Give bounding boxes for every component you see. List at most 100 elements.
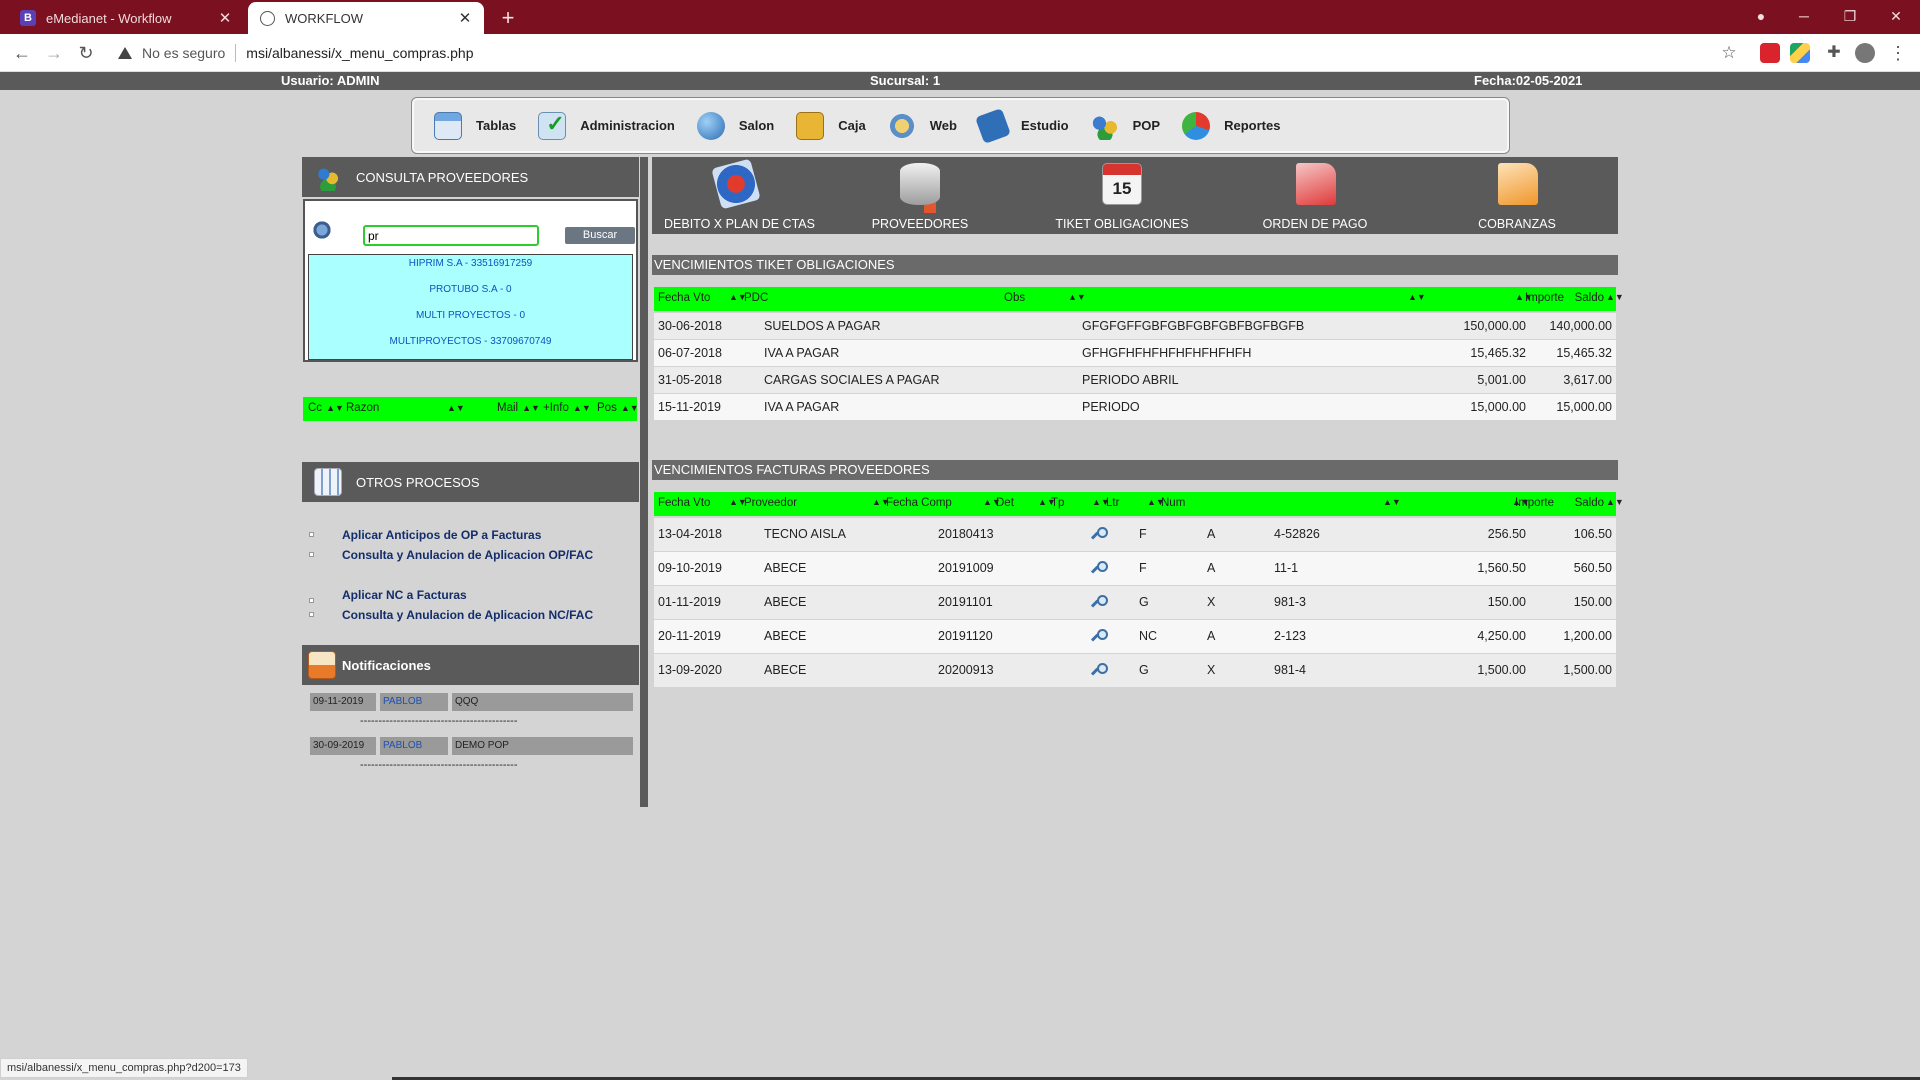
nav-caja[interactable]: Caja — [796, 111, 866, 140]
notification-row[interactable]: 30-09-2019 PABLOB DEMO POP — [310, 737, 633, 755]
sort-icon[interactable]: ▲▼ — [1512, 497, 1530, 507]
buscar-button[interactable]: Buscar — [565, 227, 635, 244]
close-icon[interactable]: ✕ — [454, 9, 476, 27]
bullet-icon — [309, 598, 314, 603]
col-header-fecha-vto[interactable]: Fecha Vto — [658, 497, 710, 509]
link-aplicar-anticipos[interactable]: Aplicar Anticipos de OP a Facturas — [342, 528, 541, 542]
col-header-importe[interactable]: Importe — [1454, 497, 1554, 509]
tiket-row[interactable]: 30-06-2018 SUELDOS A PAGAR GFGFGFFGBFGBFGB… — [654, 313, 1616, 339]
factura-row[interactable]: 20-11-2019 ABECE 20191120 NC A 2-123 4,250.00 1… — [654, 620, 1616, 653]
factura-row[interactable]: 01-11-2019 ABECE 20191101 G X 981-3 150.00 150.… — [654, 586, 1616, 619]
menu-cobranzas[interactable]: COBRANZAS — [1472, 157, 1562, 234]
sort-icon[interactable]: ▲▼ — [1147, 497, 1165, 507]
search-result-item[interactable]: PROTUBO S.A - 0 — [309, 281, 632, 307]
url-field[interactable]: No es seguro msi/albanessi/x_menu_compra… — [110, 38, 1750, 68]
magnifier-icon[interactable] — [1090, 560, 1109, 577]
pdf-extension-icon[interactable] — [1760, 43, 1780, 63]
notification-row[interactable]: 09-11-2019 PABLOB QQQ — [310, 693, 633, 711]
browser-tab-emedianet[interactable]: B eMedianet - Workflow ✕ — [8, 2, 244, 34]
col-header-fecha-comp[interactable]: Fecha Comp — [886, 497, 952, 509]
nav-reportes[interactable]: Reportes — [1182, 111, 1280, 140]
menu-debito-plan-ctas[interactable]: DEBITO X PLAN DE CTAS — [664, 157, 815, 234]
close-window-button[interactable]: ✕ — [1873, 0, 1919, 34]
forward-arrow-icon[interactable]: → — [40, 39, 68, 67]
nav-administracion[interactable]: ✓ Administracion — [538, 111, 675, 140]
sort-icon[interactable]: ▲▼ — [1068, 292, 1086, 302]
col-header-razon[interactable]: Razon — [346, 402, 379, 414]
sort-icon[interactable]: ▲▼ — [443, 402, 465, 414]
nav-web[interactable]: Web — [887, 111, 957, 140]
sort-icon[interactable]: ▲▼ — [1408, 292, 1426, 302]
menu-proveedores[interactable]: PROVEEDORES — [870, 157, 970, 234]
profile-avatar-icon[interactable] — [1855, 43, 1875, 63]
col-header-obs[interactable]: Obs — [1004, 292, 1025, 304]
sort-icon[interactable]: ▲▼ — [729, 497, 747, 507]
col-header-cc[interactable]: Cc ▲▼ — [308, 402, 344, 414]
menu-orden-de-pago[interactable]: ORDEN DE PAGO — [1260, 157, 1370, 234]
col-header-info[interactable]: +Info ▲▼ — [543, 402, 591, 414]
nav-label: Salon — [738, 118, 775, 133]
cell-fecha-vto: 09-10-2019 — [658, 561, 722, 575]
drive-extension-icon[interactable] — [1790, 43, 1810, 63]
new-tab-button[interactable]: + — [494, 4, 522, 32]
magnifier-icon[interactable] — [1090, 662, 1109, 679]
nav-tablas[interactable]: Tablas — [434, 111, 516, 140]
sort-icon[interactable]: ▲▼ — [983, 497, 1001, 507]
sort-icon[interactable]: ▲▼ — [1606, 497, 1624, 507]
magnifier-icon[interactable] — [1090, 526, 1109, 543]
nav-estudio[interactable]: Estudio — [974, 107, 1069, 144]
factura-row[interactable]: 09-10-2019 ABECE 20191009 F A 11-1 1,560.50 560… — [654, 552, 1616, 585]
sort-icon[interactable]: ▲▼ — [1038, 497, 1056, 507]
cell-fecha-comp: 20200913 — [938, 663, 994, 677]
bootstrap-favicon-icon: B — [20, 10, 36, 26]
sort-icon[interactable]: ▲▼ — [1383, 497, 1401, 507]
search-result-item[interactable]: MULTI PROYECTOS - 0 — [309, 307, 632, 333]
close-icon[interactable]: ✕ — [214, 9, 236, 27]
search-result-item[interactable]: MULTIPROYECTOS - 33709670749 — [309, 333, 632, 359]
sort-icon[interactable]: ▲▼ — [1515, 292, 1533, 302]
proveedor-search-input[interactable] — [363, 225, 539, 246]
tiket-row[interactable]: 06-07-2018 IVA A PAGAR GFHGFHFHFHFHFHFHFHF… — [654, 340, 1616, 366]
col-header-saldo[interactable]: Saldo — [1564, 292, 1604, 304]
kebab-menu-icon[interactable]: ⋮ — [1884, 39, 1912, 67]
sort-icon[interactable]: ▲▼ — [1092, 497, 1110, 507]
link-consulta-anulacion-nc[interactable]: Consulta y Anulacion de Aplicacion NC/FA… — [342, 608, 593, 622]
nav-salon[interactable]: Salon — [696, 111, 775, 140]
sort-icon[interactable]: ▲▼ — [872, 497, 890, 507]
minimize-button[interactable]: ─ — [1781, 0, 1827, 34]
menu-tiket-obligaciones[interactable]: 15 TIKET OBLIGACIONES — [1052, 157, 1192, 234]
factura-row[interactable]: 13-09-2020 ABECE 20200913 G X 981-4 1,500.00 1,… — [654, 654, 1616, 687]
tab-title: eMedianet - Workflow — [46, 10, 172, 26]
factura-row[interactable]: 13-04-2018 TECNO AISLA 20180413 F A 4-52826 25… — [654, 518, 1616, 551]
tiket-row[interactable]: 15-11-2019 IVA A PAGAR PERIODO 15,000.00 15,… — [654, 394, 1616, 420]
cell-importe: 150,000.00 — [1463, 319, 1526, 333]
magnifier-icon[interactable] — [1090, 594, 1109, 611]
nav-pop[interactable]: POP — [1090, 111, 1160, 140]
cell-saldo: 15,465.32 — [1556, 346, 1612, 360]
col-header-pos[interactable]: Pos ▲▼ — [597, 402, 639, 414]
sort-icon[interactable]: ▲▼ — [1606, 292, 1624, 302]
cell-obs: PERIODO ABRIL — [1082, 373, 1179, 387]
puzzle-extensions-icon[interactable]: ✚ — [1820, 39, 1848, 67]
col-header-fecha-vto[interactable]: Fecha Vto — [658, 292, 710, 304]
profile-menu-icon[interactable]: ● — [1738, 0, 1784, 34]
col-header-saldo[interactable]: Saldo — [1554, 497, 1604, 509]
restore-button[interactable]: ❐ — [1827, 0, 1873, 34]
magnifier-icon[interactable] — [1090, 628, 1109, 645]
link-consulta-anulacion-op[interactable]: Consulta y Anulacion de Aplicacion OP/FA… — [342, 548, 593, 562]
back-arrow-icon[interactable]: ← — [8, 39, 36, 67]
reload-icon[interactable]: ↻ — [72, 39, 100, 67]
col-header-mail[interactable]: Mail ▲▼ — [497, 402, 540, 414]
col-header-pdc[interactable]: PDC — [744, 292, 768, 304]
link-aplicar-nc[interactable]: Aplicar NC a Facturas — [342, 588, 467, 602]
search-result-item[interactable]: HIPRIM S.A - 33516917259 — [309, 255, 632, 281]
sucursal-label: Sucursal: 1 — [870, 73, 941, 88]
tiket-row[interactable]: 31-05-2018 CARGAS SOCIALES A PAGAR PERIODO… — [654, 367, 1616, 393]
col-header-proveedor[interactable]: Proveedor — [744, 497, 797, 509]
col-header-importe[interactable]: Importe — [1464, 292, 1564, 304]
star-bookmark-icon[interactable]: ☆ — [1715, 39, 1743, 67]
usuario-label: Usuario: ADMIN — [281, 73, 380, 88]
sort-icon[interactable]: ▲▼ — [729, 292, 747, 302]
cell-saldo: 1,200.00 — [1563, 629, 1612, 643]
browser-tab-workflow[interactable]: WORKFLOW ✕ — [248, 2, 484, 34]
